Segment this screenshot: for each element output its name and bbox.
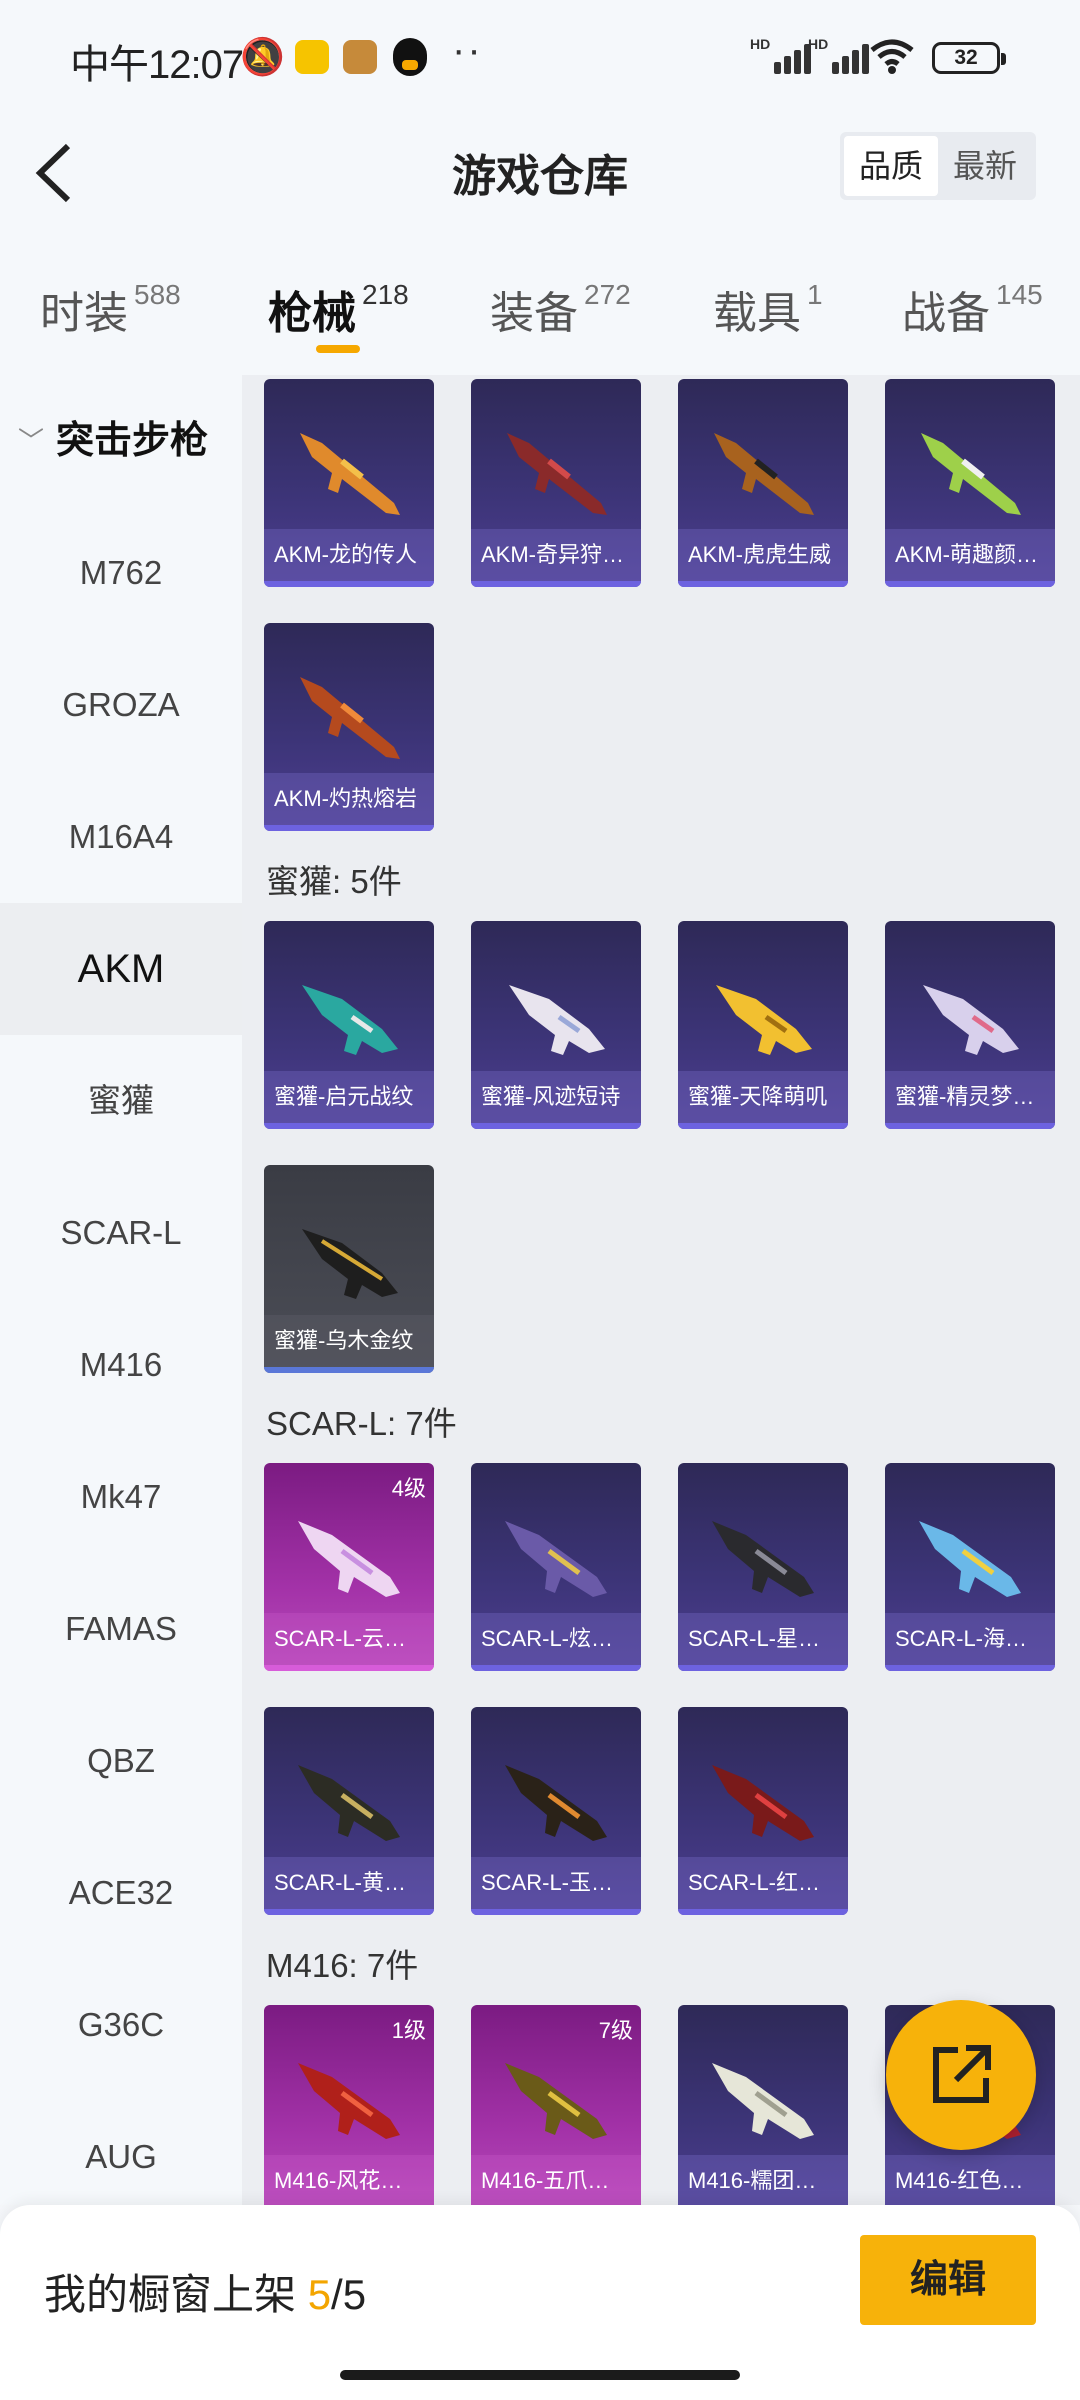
smg-skin-art — [302, 1229, 398, 1299]
category-tabs: 时装 588 枪械 218 装备 272 载具 1 战备 145 — [0, 235, 1080, 375]
sidebar-item-m762[interactable]: M762 — [0, 507, 242, 639]
rifle-skin-art — [507, 433, 607, 515]
sidebar-item-akm[interactable]: AKM — [0, 903, 242, 1035]
wifi-icon — [868, 36, 916, 86]
rifle-skin-art — [712, 1765, 814, 1841]
sidebar-group-assault-rifles[interactable]: ﹀ 突击步枪 — [0, 375, 242, 507]
edit-button[interactable]: 编辑 — [860, 2235, 1036, 2325]
rifle-skin-art — [300, 677, 400, 759]
battery-indicator: 32 — [932, 42, 1006, 74]
sidebar-item-honey-badger[interactable]: 蜜獾 — [0, 1035, 242, 1167]
rifle-skin-art — [298, 1765, 400, 1841]
qq-penguin-icon — [393, 38, 427, 76]
sidebar-item-ace32[interactable]: ACE32 — [0, 1827, 242, 1959]
level-badge: 1级 — [391, 2018, 426, 2043]
skin-card[interactable]: 7级 M416-五爪… — [471, 2005, 641, 2205]
more-notifications-icon: ·· — [452, 28, 483, 72]
sidebar-item-qbz[interactable]: QBZ — [0, 1695, 242, 1827]
home-indicator[interactable] — [340, 2370, 740, 2380]
rifle-skin-art — [300, 433, 400, 515]
status-time: 中午12:07 — [70, 43, 244, 87]
header: 游戏仓库 品质 最新 — [0, 110, 1080, 235]
skin-card[interactable]: AKM-龙的传人 — [264, 379, 434, 587]
sidebar-item-groza[interactable]: GROZA — [0, 639, 242, 771]
skin-grid: AKM-龙的传人 AKM-奇异狩… AKM-虎虎生威 AKM-萌趣颜… AKM-… — [242, 375, 1080, 2205]
level-badge: 4级 — [391, 1476, 426, 1501]
sidebar-item-famas[interactable]: FAMAS — [0, 1563, 242, 1695]
app-notification-icon — [343, 40, 377, 74]
sort-toggle: 品质 最新 — [840, 132, 1036, 200]
sort-latest-button[interactable]: 最新 — [938, 136, 1032, 196]
tab-equipment[interactable]: 装备 272 — [490, 277, 631, 341]
sidebar-item-scar-l[interactable]: SCAR-L — [0, 1167, 242, 1299]
rifle-skin-art — [298, 2063, 400, 2139]
rifle-skin-art — [712, 2063, 814, 2139]
sort-quality-button[interactable]: 品质 — [844, 136, 938, 196]
section-label-scar-l: SCAR-L: 7件 — [266, 1405, 457, 1442]
level-badge: 7级 — [598, 2018, 633, 2043]
skin-card[interactable]: 1级 M416-风花… — [264, 2005, 434, 2205]
rifle-skin-art — [298, 1521, 400, 1597]
muted-bell-icon: 🔕 — [240, 36, 285, 77]
rifle-skin-art — [921, 433, 1021, 515]
tab-vehicles[interactable]: 载具 1 — [713, 277, 823, 341]
sidebar-item-aug[interactable]: AUG — [0, 2091, 242, 2205]
skin-card[interactable]: 蜜獾-启元战纹 — [264, 921, 434, 1129]
rifle-skin-art — [505, 2063, 607, 2139]
weapon-sidebar: ﹀ 突击步枪 M762 GROZA M16A4 AKM 蜜獾 SCAR-L M4… — [0, 375, 242, 2205]
skin-card[interactable]: SCAR-L-红… — [678, 1707, 848, 1915]
skin-card[interactable]: 蜜獾-天降萌叽 — [678, 921, 848, 1129]
chevron-down-icon: ﹀ — [18, 426, 45, 456]
skin-card[interactable]: SCAR-L-星… — [678, 1463, 848, 1671]
skin-card[interactable]: 4级 SCAR-L-云… — [264, 1463, 434, 1671]
tab-fashion[interactable]: 时装 588 — [40, 277, 181, 341]
share-button[interactable] — [886, 2000, 1036, 2150]
section-label-honey-badger: 蜜獾: 5件 — [266, 863, 402, 900]
skin-card[interactable]: SCAR-L-玉… — [471, 1707, 641, 1915]
rifle-skin-art — [505, 1521, 607, 1597]
active-tab-indicator — [316, 345, 360, 353]
skin-card[interactable]: AKM-奇异狩… — [471, 379, 641, 587]
skin-card[interactable]: M416-糯团… — [678, 2005, 848, 2205]
share-export-icon — [933, 2045, 991, 2103]
rifle-skin-art — [712, 1521, 814, 1597]
skin-card[interactable]: AKM-虎虎生威 — [678, 379, 848, 587]
showcase-counter: 我的橱窗上架 5/5 — [44, 2271, 367, 2318]
rifle-skin-art — [714, 433, 814, 515]
sidebar-item-m16a4[interactable]: M16A4 — [0, 771, 242, 903]
rifle-skin-art — [919, 1521, 1021, 1597]
smg-skin-art — [509, 985, 605, 1055]
smg-skin-art — [923, 985, 1019, 1055]
skin-card[interactable]: AKM-萌趣颜… — [885, 379, 1055, 587]
sidebar-item-g36c[interactable]: G36C — [0, 1959, 242, 2091]
section-label-m416: M416: 7件 — [266, 1947, 419, 1984]
smg-skin-art — [302, 985, 398, 1055]
sidebar-item-m416[interactable]: M416 — [0, 1299, 242, 1431]
signal-icon: HD — [808, 36, 869, 74]
skin-card[interactable]: SCAR-L-黄… — [264, 1707, 434, 1915]
tab-guns[interactable]: 枪械 218 — [268, 277, 409, 341]
rifle-skin-art — [505, 1765, 607, 1841]
skin-card[interactable]: SCAR-L-炫… — [471, 1463, 641, 1671]
skin-card[interactable]: 蜜獾-风迹短诗 — [471, 921, 641, 1129]
skin-card[interactable]: 蜜獾-乌木金纹 — [264, 1165, 434, 1373]
status-bar: 中午12:07 🔕 ·· HD HD 32 — [0, 0, 1080, 110]
signal-icon: HD — [750, 36, 811, 74]
skin-card[interactable]: SCAR-L-海… — [885, 1463, 1055, 1671]
app-notification-icon — [295, 40, 329, 74]
tab-battle-supplies[interactable]: 战备 145 — [902, 277, 1043, 341]
sidebar-item-mk47[interactable]: Mk47 — [0, 1431, 242, 1563]
skin-card[interactable]: AKM-灼热熔岩 — [264, 623, 434, 831]
smg-skin-art — [716, 985, 812, 1055]
skin-card[interactable]: 蜜獾-精灵梦… — [885, 921, 1055, 1129]
